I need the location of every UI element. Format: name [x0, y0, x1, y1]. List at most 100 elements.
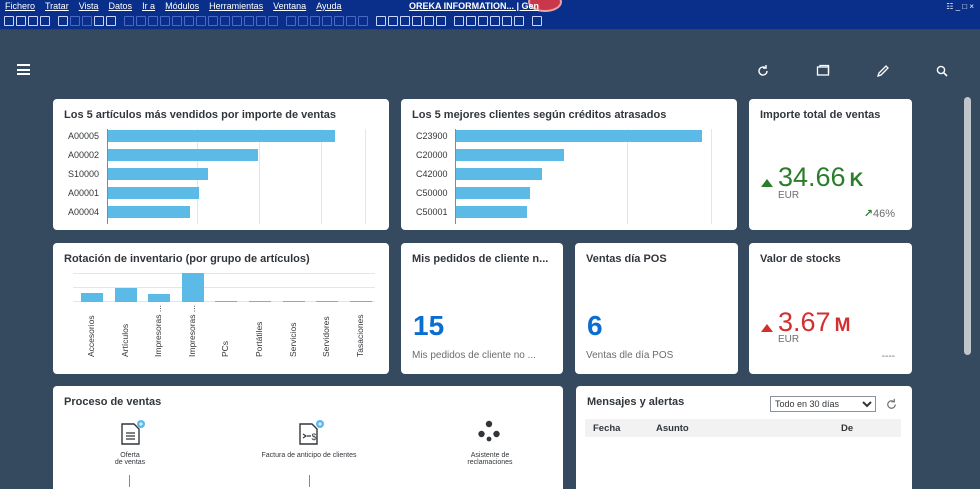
bar[interactable] [108, 206, 190, 218]
toolbar-button-icon[interactable] [298, 16, 308, 26]
menu-item[interactable]: Ir a [137, 0, 160, 13]
column-bar[interactable] [81, 293, 103, 302]
bar[interactable] [456, 187, 530, 199]
messages-table-header: Fecha Asunto De [585, 419, 901, 437]
toolbar [0, 13, 980, 30]
toolbar-button-icon[interactable] [490, 16, 500, 26]
column-header-fecha[interactable]: Fecha [593, 423, 620, 434]
column-bar[interactable] [282, 301, 305, 302]
toolbar-button-icon[interactable] [376, 16, 386, 26]
toolbar-button-icon[interactable] [268, 16, 278, 26]
menu-item[interactable]: Ventana [268, 0, 311, 13]
toolbar-button-icon[interactable] [4, 16, 14, 26]
toolbar-button-icon[interactable] [466, 16, 476, 26]
menu-item[interactable]: Tratar [40, 0, 74, 13]
toolbar-button-icon[interactable] [160, 16, 170, 26]
card-top-clients[interactable]: Los 5 mejores clientes según créditos at… [401, 99, 737, 230]
toolbar-button-icon[interactable] [172, 16, 182, 26]
toolbar-button-icon[interactable] [532, 16, 542, 26]
toolbar-button-icon[interactable] [220, 16, 230, 26]
toolbar-button-icon[interactable] [400, 16, 410, 26]
hamburger-icon[interactable] [17, 64, 30, 75]
bar[interactable] [456, 130, 702, 142]
toolbar-button-icon[interactable] [148, 16, 158, 26]
toolbar-button-icon[interactable] [124, 16, 134, 26]
toolbar-button-icon[interactable] [208, 16, 218, 26]
toolbar-button-icon[interactable] [454, 16, 464, 26]
bar[interactable] [108, 187, 199, 199]
category-label: PCs [220, 340, 231, 357]
column-bar[interactable] [148, 294, 171, 302]
column-bar[interactable] [249, 301, 271, 302]
toolbar-button-icon[interactable] [286, 16, 296, 26]
edit-icon[interactable] [876, 64, 890, 78]
toolbar-button-icon[interactable] [40, 16, 50, 26]
toolbar-button-icon[interactable] [334, 16, 344, 26]
toolbar-button-icon[interactable] [388, 16, 398, 26]
refresh-icon[interactable] [885, 398, 898, 411]
menu-item[interactable]: Módulos [160, 0, 204, 13]
card-total-sales[interactable]: Importe total de ventas 34.66 K EUR ↗46% [749, 99, 912, 230]
toolbar-button-icon[interactable] [16, 16, 26, 26]
toolbar-button-icon[interactable] [310, 16, 320, 26]
window-icon[interactable] [816, 64, 830, 78]
refresh-icon[interactable] [756, 64, 770, 78]
toolbar-button-icon[interactable] [232, 16, 242, 26]
menu-item[interactable]: Datos [104, 0, 138, 13]
menu-item[interactable]: Herramientas [204, 0, 268, 13]
toolbar-button-icon[interactable] [358, 16, 368, 26]
card-pos-sales[interactable]: Ventas día POS 6 Ventas dle día POS [575, 243, 738, 374]
toolbar-button-icon[interactable] [244, 16, 254, 26]
toolbar-button-icon[interactable] [346, 16, 356, 26]
menu-item[interactable]: Vista [74, 0, 104, 13]
toolbar-button-icon[interactable] [478, 16, 488, 26]
column-bar[interactable] [316, 301, 339, 302]
toolbar-button-icon[interactable] [94, 16, 104, 26]
toolbar-button-icon[interactable] [196, 16, 206, 26]
toolbar-button-icon[interactable] [82, 16, 92, 26]
bar[interactable] [456, 168, 542, 180]
menu-items: Fichero Tratar Vista Datos Ir a Módulos Herram… [0, 0, 347, 13]
menu-item[interactable]: Ayuda [311, 0, 346, 13]
column-bar[interactable] [181, 273, 204, 302]
toolbar-button-icon[interactable] [58, 16, 68, 26]
bar[interactable] [108, 168, 208, 180]
toolbar-button-icon[interactable] [28, 16, 38, 26]
card-top-articles[interactable]: Los 5 artículos más vendidos por importe… [53, 99, 389, 230]
toolbar-button-icon[interactable] [424, 16, 434, 26]
toolbar-button-icon[interactable] [184, 16, 194, 26]
page-scrollbar[interactable] [964, 97, 971, 355]
toolbar-button-icon[interactable] [322, 16, 332, 26]
column-bar[interactable] [114, 288, 137, 302]
bar[interactable] [108, 149, 258, 161]
card-my-orders[interactable]: Mis pedidos de cliente n... 15 Mis pedid… [401, 243, 563, 374]
bar[interactable] [456, 149, 564, 161]
toolbar-button-icon[interactable] [106, 16, 116, 26]
card-messages-alerts[interactable]: Mensajes y alertas Todo en 30 días Fecha… [576, 386, 912, 489]
column-bar[interactable] [349, 301, 372, 302]
toolbar-button-icon[interactable] [70, 16, 80, 26]
bar[interactable] [108, 130, 335, 142]
column-bar[interactable] [215, 301, 238, 302]
window-title[interactable]: OREKA INFORMATION... | Gen [409, 0, 539, 13]
column-header-de[interactable]: De [841, 423, 853, 434]
column-header-asunto[interactable]: Asunto [656, 423, 689, 434]
window-controls[interactable]: ☷ _ □ × [946, 0, 974, 13]
search-icon[interactable] [935, 64, 949, 78]
card-stock-value[interactable]: Valor de stocks 3.67 M EUR ---- [749, 243, 912, 374]
toolbar-button-icon[interactable] [436, 16, 446, 26]
document-icon[interactable] [119, 420, 145, 446]
process-step-label: Oferta de ventas [114, 452, 146, 466]
toolbar-button-icon[interactable] [412, 16, 422, 26]
card-sales-process[interactable]: Proceso de ventas Oferta de ventas $ Fact… [53, 386, 563, 489]
toolbar-button-icon[interactable] [136, 16, 146, 26]
bar[interactable] [456, 206, 527, 218]
toolbar-button-icon[interactable] [256, 16, 266, 26]
menu-item[interactable]: Fichero [0, 0, 40, 13]
card-inventory-rotation[interactable]: Rotación de inventario (por grupo de art… [53, 243, 389, 374]
invoice-icon[interactable]: $ [297, 420, 325, 446]
toolbar-button-icon[interactable] [502, 16, 512, 26]
network-icon[interactable] [477, 420, 501, 442]
date-range-select[interactable]: Todo en 30 días [770, 396, 876, 412]
toolbar-button-icon[interactable] [514, 16, 524, 26]
